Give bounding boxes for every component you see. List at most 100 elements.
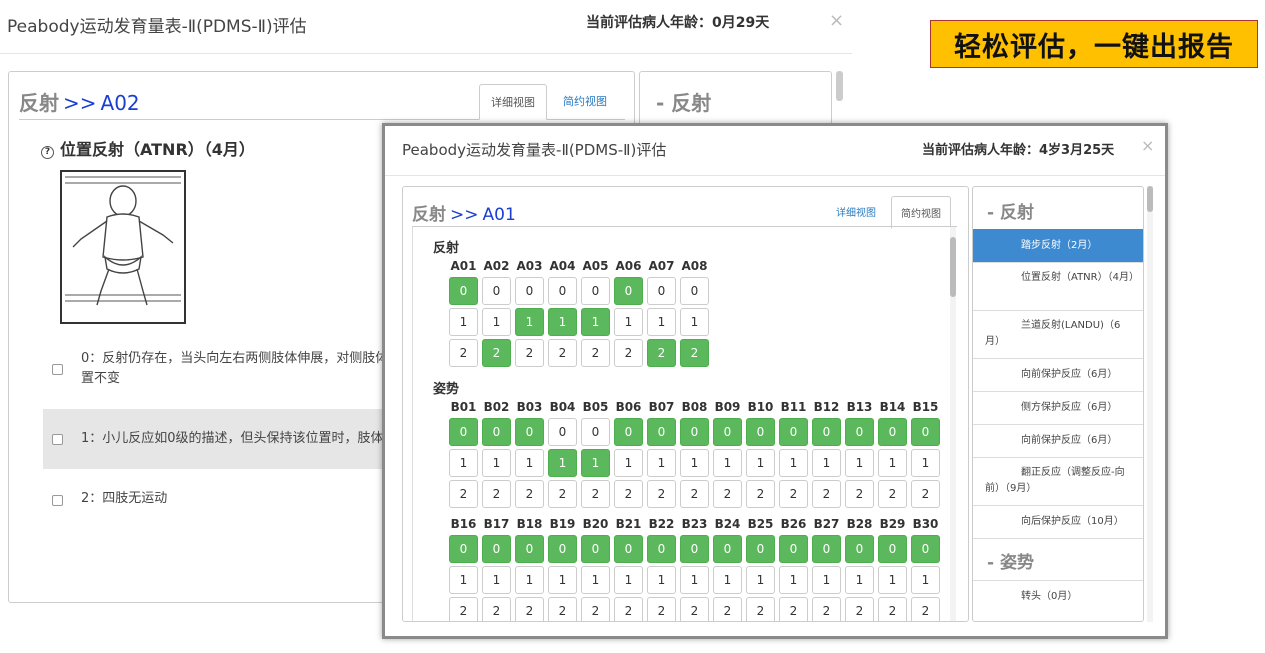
- item-code-header[interactable]: B01: [447, 400, 480, 414]
- score-button[interactable]: 0: [845, 535, 874, 563]
- nav-scrollbar-thumb[interactable]: [1147, 186, 1153, 212]
- score-button[interactable]: 0: [548, 418, 577, 446]
- item-code-header[interactable]: B07: [645, 400, 678, 414]
- score-button[interactable]: 0: [812, 418, 841, 446]
- score-button[interactable]: 2: [581, 339, 610, 367]
- score-button[interactable]: 0: [746, 418, 775, 446]
- score-button[interactable]: 2: [746, 597, 775, 621]
- item-code-header[interactable]: B23: [678, 517, 711, 531]
- item-code-header[interactable]: B19: [546, 517, 579, 531]
- score-button[interactable]: 2: [614, 597, 643, 621]
- item-code-header[interactable]: B30: [909, 517, 942, 531]
- item-code-header[interactable]: B27: [810, 517, 843, 531]
- score-button[interactable]: 2: [482, 339, 511, 367]
- nav-item[interactable]: 向前保护反应（6月）: [973, 358, 1143, 391]
- score-button[interactable]: 2: [812, 480, 841, 508]
- item-code-header[interactable]: A02: [480, 259, 513, 273]
- item-code-header[interactable]: A03: [513, 259, 546, 273]
- score-button[interactable]: 2: [911, 597, 940, 621]
- score-button[interactable]: 2: [647, 339, 676, 367]
- score-button[interactable]: 2: [680, 339, 709, 367]
- item-code-header[interactable]: A05: [579, 259, 612, 273]
- score-button[interactable]: 2: [680, 597, 709, 621]
- item-code-header[interactable]: B05: [579, 400, 612, 414]
- score-button[interactable]: 1: [581, 449, 610, 477]
- score-button[interactable]: 1: [680, 449, 709, 477]
- score-button[interactable]: 2: [680, 480, 709, 508]
- score-button[interactable]: 1: [449, 449, 478, 477]
- score-button[interactable]: 2: [812, 597, 841, 621]
- score-button[interactable]: 2: [482, 480, 511, 508]
- score-button[interactable]: 0: [581, 277, 610, 305]
- score-button[interactable]: 0: [548, 277, 577, 305]
- score-button[interactable]: 2: [614, 480, 643, 508]
- item-code-header[interactable]: A07: [645, 259, 678, 273]
- item-code-header[interactable]: B29: [876, 517, 909, 531]
- item-code-header[interactable]: A08: [678, 259, 711, 273]
- score-button[interactable]: 0: [515, 535, 544, 563]
- score-button[interactable]: 1: [680, 566, 709, 594]
- score-button[interactable]: 0: [878, 418, 907, 446]
- score-button[interactable]: 1: [581, 308, 610, 336]
- score-button[interactable]: 1: [548, 566, 577, 594]
- score-button[interactable]: 2: [581, 480, 610, 508]
- score-button[interactable]: 0: [482, 277, 511, 305]
- item-code-header[interactable]: B06: [612, 400, 645, 414]
- item-code-header[interactable]: B12: [810, 400, 843, 414]
- nav-item[interactable]: 向前保护反应（6月）: [973, 424, 1143, 457]
- tab-brief-view[interactable]: 简约视图: [552, 84, 618, 118]
- option-0-checkbox[interactable]: [52, 364, 63, 375]
- score-button[interactable]: 0: [581, 535, 610, 563]
- score-button[interactable]: 0: [680, 418, 709, 446]
- score-button[interactable]: 2: [779, 480, 808, 508]
- score-button[interactable]: 2: [878, 480, 907, 508]
- score-button[interactable]: 2: [581, 597, 610, 621]
- score-button[interactable]: 0: [482, 535, 511, 563]
- score-button[interactable]: 2: [614, 339, 643, 367]
- score-button[interactable]: 1: [845, 449, 874, 477]
- score-button[interactable]: 2: [845, 480, 874, 508]
- score-button[interactable]: 2: [548, 480, 577, 508]
- background-scrollbar[interactable]: [836, 71, 843, 101]
- item-code-header[interactable]: B02: [480, 400, 513, 414]
- score-button[interactable]: 0: [812, 535, 841, 563]
- item-code-header[interactable]: B17: [480, 517, 513, 531]
- nav-head-posture[interactable]: - 姿势: [987, 548, 1034, 573]
- nav-head-reflex[interactable]: - 反射: [656, 87, 711, 116]
- score-button[interactable]: 0: [713, 535, 742, 563]
- nav-head-reflex[interactable]: - 反射: [987, 198, 1034, 223]
- score-button[interactable]: 0: [779, 418, 808, 446]
- item-code-header[interactable]: B26: [777, 517, 810, 531]
- item-code-header[interactable]: A01: [447, 259, 480, 273]
- score-button[interactable]: 1: [713, 566, 742, 594]
- score-button[interactable]: 2: [647, 480, 676, 508]
- score-button[interactable]: 0: [878, 535, 907, 563]
- score-button[interactable]: 0: [647, 277, 676, 305]
- score-button[interactable]: 2: [878, 597, 907, 621]
- foreground-close-icon[interactable]: ×: [1141, 136, 1154, 155]
- score-button[interactable]: 1: [911, 449, 940, 477]
- score-button[interactable]: 2: [515, 480, 544, 508]
- tab-brief-view[interactable]: 简约视图: [891, 196, 951, 229]
- score-button[interactable]: 0: [614, 418, 643, 446]
- score-button[interactable]: 2: [845, 597, 874, 621]
- score-button[interactable]: 2: [482, 597, 511, 621]
- score-button[interactable]: 1: [449, 308, 478, 336]
- score-button[interactable]: 2: [548, 339, 577, 367]
- score-button[interactable]: 2: [713, 597, 742, 621]
- grid-scrollbar[interactable]: [950, 227, 956, 621]
- score-button[interactable]: 1: [515, 566, 544, 594]
- score-button[interactable]: 1: [647, 449, 676, 477]
- item-code-header[interactable]: A04: [546, 259, 579, 273]
- score-button[interactable]: 0: [779, 535, 808, 563]
- nav-item[interactable]: 兰道反射(LANDU)（6月）: [973, 310, 1143, 358]
- nav-item[interactable]: 向后保护反应（10月）: [973, 505, 1143, 538]
- score-button[interactable]: 0: [911, 418, 940, 446]
- item-code-header[interactable]: B18: [513, 517, 546, 531]
- score-button[interactable]: 2: [548, 597, 577, 621]
- score-button[interactable]: 0: [548, 535, 577, 563]
- item-code-header[interactable]: A06: [612, 259, 645, 273]
- item-code-header[interactable]: B28: [843, 517, 876, 531]
- score-button[interactable]: 0: [449, 535, 478, 563]
- nav-scrollbar[interactable]: [1147, 186, 1153, 622]
